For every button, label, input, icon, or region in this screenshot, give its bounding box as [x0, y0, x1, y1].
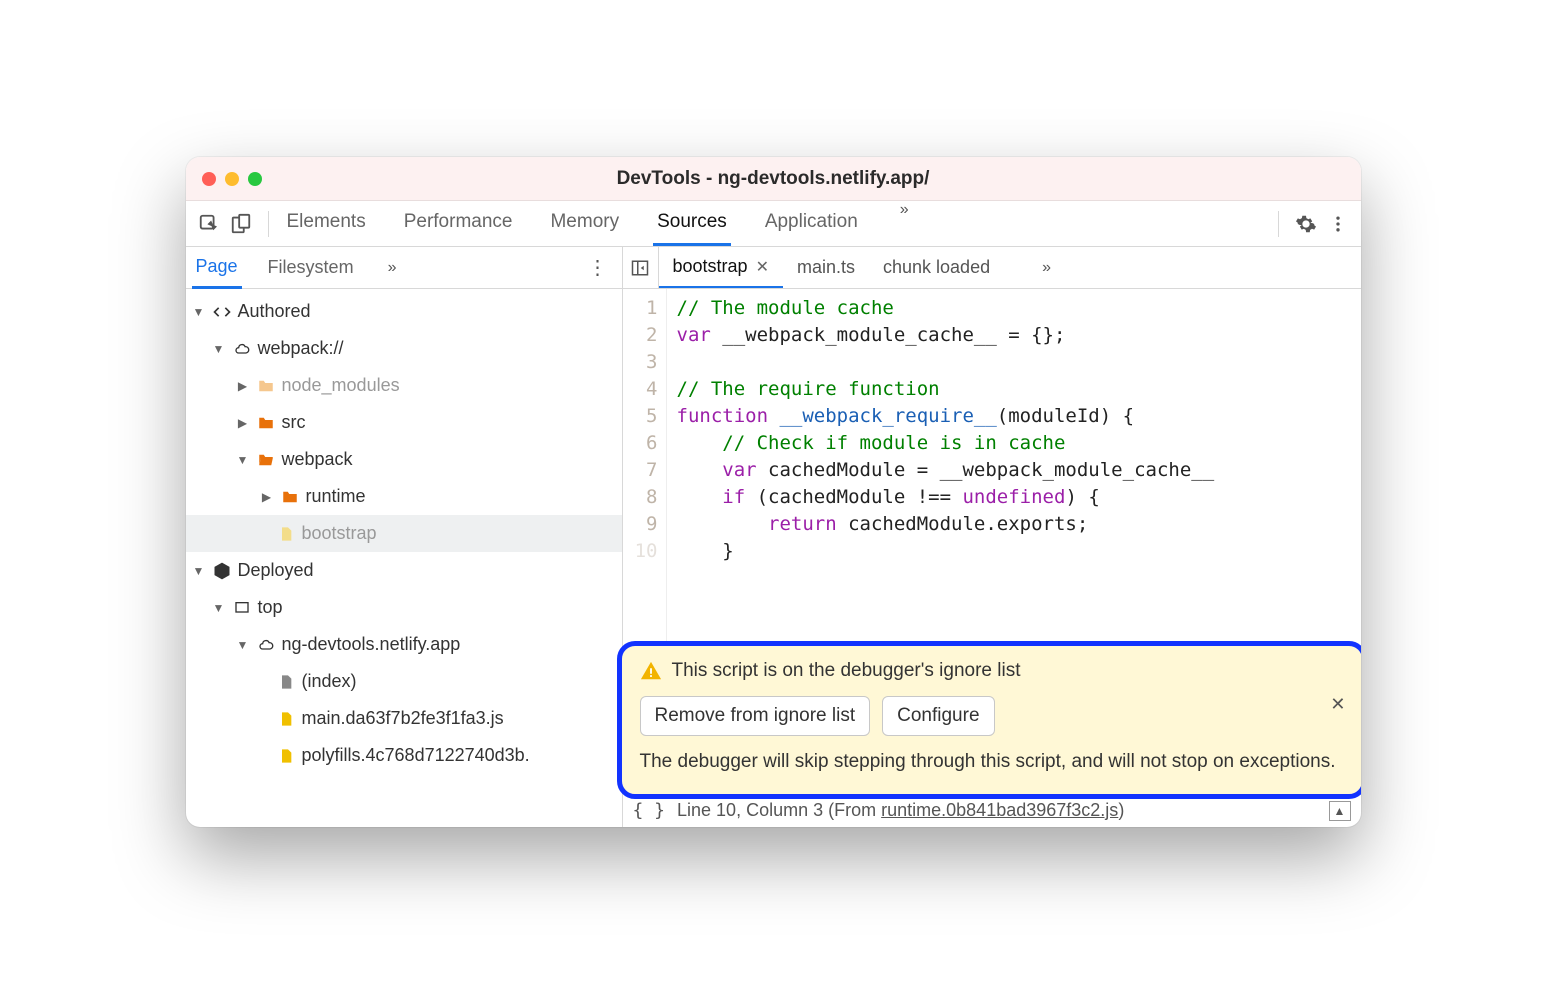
- content: Page Filesystem » ⋮ ▼ Authored ▼ webpack…: [186, 247, 1361, 827]
- tree-webpack-folder[interactable]: ▼ webpack: [186, 441, 622, 478]
- file-icon: [276, 524, 296, 544]
- banner-description: The debugger will skip stepping through …: [640, 748, 1344, 776]
- tree-top[interactable]: ▼ top: [186, 589, 622, 626]
- pretty-print-icon[interactable]: { }: [633, 800, 666, 821]
- tree-label: polyfills.4c768d7122740d3b.: [302, 745, 530, 766]
- chevron-down-icon: ▼: [236, 638, 250, 652]
- tab-sources[interactable]: Sources: [653, 201, 731, 246]
- tree-label: ng-devtools.netlify.app: [282, 634, 461, 655]
- file-tree: ▼ Authored ▼ webpack:// ▶ node_modules ▶: [186, 289, 622, 827]
- chevron-right-icon: ▶: [236, 416, 250, 430]
- js-file-icon: [276, 709, 296, 729]
- device-toggle-icon[interactable]: [228, 211, 254, 237]
- warning-icon: [640, 660, 662, 682]
- sidebar-tabs: Page Filesystem » ⋮: [186, 247, 622, 289]
- folder-icon: [256, 413, 276, 433]
- tab-memory[interactable]: Memory: [546, 201, 623, 246]
- banner-header: This script is on the debugger's ignore …: [640, 660, 1344, 682]
- chevron-down-icon: ▼: [236, 453, 250, 467]
- tree-src[interactable]: ▶ src: [186, 404, 622, 441]
- chevron-down-icon: ▼: [212, 342, 226, 356]
- tree-label: Deployed: [238, 560, 314, 581]
- close-banner-icon[interactable]: ✕: [1330, 694, 1345, 715]
- cloud-icon: [232, 339, 252, 359]
- tree-authored[interactable]: ▼ Authored: [186, 293, 622, 330]
- chevron-down-icon: ▼: [212, 601, 226, 615]
- tree-label: runtime: [306, 486, 366, 507]
- sources-sidebar: Page Filesystem » ⋮ ▼ Authored ▼ webpack…: [186, 247, 623, 827]
- tab-performance[interactable]: Performance: [400, 201, 517, 246]
- tree-label: top: [258, 597, 283, 618]
- code-icon: [212, 302, 232, 322]
- more-tabs-icon[interactable]: »: [892, 201, 917, 246]
- sidebar-tab-page[interactable]: Page: [192, 247, 242, 289]
- source-map-link[interactable]: runtime.0b841bad3967f3c2.js: [881, 800, 1118, 820]
- show-drawer-icon[interactable]: ▲: [1329, 801, 1351, 821]
- chevron-right-icon: ▶: [260, 490, 274, 504]
- settings-icon[interactable]: [1293, 211, 1319, 237]
- tree-mainjs[interactable]: main.da63f7b2fe3f1fa3.js: [186, 700, 622, 737]
- cube-icon: [212, 561, 232, 581]
- tree-label: (index): [302, 671, 357, 692]
- tree-webpack-scheme[interactable]: ▼ webpack://: [186, 330, 622, 367]
- tree-polyfills[interactable]: polyfills.4c768d7122740d3b.: [186, 737, 622, 774]
- file-tab-label: bootstrap: [673, 256, 748, 277]
- sidebar-tab-filesystem[interactable]: Filesystem: [264, 248, 358, 287]
- tree-label: webpack: [282, 449, 353, 470]
- folder-open-icon: [256, 450, 276, 470]
- chevron-down-icon: ▼: [192, 305, 206, 319]
- tree-label: Authored: [238, 301, 311, 322]
- file-tab-bootstrap[interactable]: bootstrap ✕: [659, 247, 783, 288]
- editor-pane: bootstrap ✕ main.ts chunk loaded » 1 2 3…: [623, 247, 1361, 827]
- ignore-list-banner: This script is on the debugger's ignore …: [617, 641, 1361, 799]
- chevron-down-icon: ▼: [192, 564, 206, 578]
- kebab-menu-icon[interactable]: [1325, 211, 1351, 237]
- panel-tabs: Elements Performance Memory Sources Appl…: [283, 201, 917, 246]
- remove-from-ignore-button[interactable]: Remove from ignore list: [640, 696, 871, 736]
- chevron-right-icon: ▶: [236, 379, 250, 393]
- close-tab-icon[interactable]: ✕: [756, 257, 769, 277]
- file-tabs: bootstrap ✕ main.ts chunk loaded »: [623, 247, 1361, 289]
- js-file-icon: [276, 746, 296, 766]
- titlebar: DevTools - ng-devtools.netlify.app/: [186, 157, 1361, 201]
- banner-buttons: Remove from ignore list Configure: [640, 696, 1344, 736]
- tree-domain[interactable]: ▼ ng-devtools.netlify.app: [186, 626, 622, 663]
- window-title: DevTools - ng-devtools.netlify.app/: [202, 168, 1345, 190]
- tree-runtime[interactable]: ▶ runtime: [186, 478, 622, 515]
- file-tab-label: main.ts: [797, 257, 855, 278]
- cursor-position: Line 10, Column 3 (From runtime.0b841bad…: [677, 800, 1124, 821]
- configure-button[interactable]: Configure: [882, 696, 994, 736]
- more-file-tabs-icon[interactable]: »: [1034, 259, 1059, 277]
- frame-icon: [232, 598, 252, 618]
- folder-icon: [280, 487, 300, 507]
- divider: [1278, 211, 1279, 237]
- file-tab-main[interactable]: main.ts: [783, 247, 869, 288]
- tree-index[interactable]: (index): [186, 663, 622, 700]
- banner-title: This script is on the debugger's ignore …: [672, 660, 1021, 682]
- divider: [268, 211, 269, 237]
- sidebar-kebab-icon[interactable]: ⋮: [580, 255, 616, 280]
- tree-label: node_modules: [282, 375, 400, 396]
- file-tab-label: chunk loaded: [883, 257, 990, 278]
- tree-node-modules[interactable]: ▶ node_modules: [186, 367, 622, 404]
- file-tab-chunk[interactable]: chunk loaded: [869, 247, 1004, 288]
- tree-label: webpack://: [258, 338, 344, 359]
- tree-label: bootstrap: [302, 523, 377, 544]
- tab-application[interactable]: Application: [761, 201, 862, 246]
- tab-elements[interactable]: Elements: [283, 201, 370, 246]
- toggle-navigator-icon[interactable]: [623, 247, 659, 288]
- folder-icon: [256, 376, 276, 396]
- file-icon: [276, 672, 296, 692]
- cloud-icon: [256, 635, 276, 655]
- tree-label: src: [282, 412, 306, 433]
- main-toolbar: Elements Performance Memory Sources Appl…: [186, 201, 1361, 247]
- inspect-element-icon[interactable]: [196, 211, 222, 237]
- tree-bootstrap[interactable]: bootstrap: [186, 515, 622, 552]
- devtools-window: DevTools - ng-devtools.netlify.app/ Elem…: [186, 157, 1361, 827]
- tree-deployed[interactable]: ▼ Deployed: [186, 552, 622, 589]
- more-sidebar-tabs-icon[interactable]: »: [380, 259, 405, 277]
- tree-label: main.da63f7b2fe3f1fa3.js: [302, 708, 504, 729]
